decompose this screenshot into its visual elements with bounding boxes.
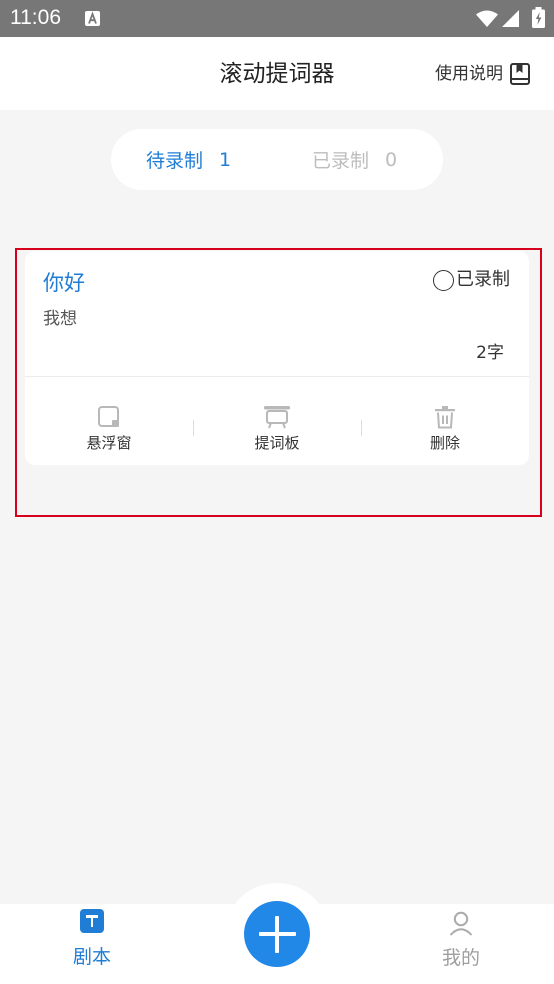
status-time: 11:06 [10,6,61,29]
floating-window-label: 悬浮窗 [86,434,132,452]
battery-charging-icon [532,7,545,28]
delete-button[interactable]: 删除 [361,377,529,465]
teleprompter-label: 提词板 [254,434,300,452]
tab-count: 0 [385,148,398,171]
word-count: 2字 [476,343,504,363]
mark-recorded-label: 已录制 [456,269,510,290]
tab-label: 已录制 [312,150,370,172]
script-card[interactable]: 你好 已录制 我想 2字 悬浮窗 提词板 删除 [25,251,529,465]
user-icon [449,911,473,936]
script-title: 你好 [43,271,85,295]
tab-pending[interactable]: 待录制 1 [146,129,231,190]
usage-guide-label: 使用说明 [435,64,503,84]
script-icon [80,909,104,933]
notification-a-icon [85,11,100,26]
plus-icon [244,901,310,967]
nav-item-mine[interactable]: 我的 [411,904,511,984]
nav-label-scripts: 剧本 [72,946,111,968]
script-actions: 悬浮窗 提词板 删除 [25,377,529,465]
wifi-icon [476,10,498,27]
teleprompter-icon [264,406,290,429]
add-script-button[interactable] [244,901,310,967]
floating-window-icon [98,406,119,427]
app-header: 滚动提词器 使用说明 [0,37,554,110]
cellular-signal-icon [502,10,519,27]
tab-recorded[interactable]: 已录制 0 [312,129,397,190]
script-content-preview: 我想 [43,309,77,329]
floating-window-button[interactable]: 悬浮窗 [25,377,193,465]
delete-label: 删除 [429,434,460,452]
mark-recorded-toggle[interactable]: 已录制 [433,268,510,292]
radio-circle-icon [433,269,454,291]
nav-item-scripts[interactable]: 剧本 [42,904,142,984]
trash-icon [435,406,455,429]
teleprompter-button[interactable]: 提词板 [193,377,361,465]
status-bar: 11:06 [0,0,554,37]
usage-guide-button[interactable]: 使用说明 [435,61,530,87]
tab-count: 1 [219,148,232,171]
tab-label: 待录制 [146,150,204,172]
nav-label-mine: 我的 [441,947,480,969]
record-status-tabs: 待录制 1 已录制 0 [111,129,443,190]
book-icon [510,63,530,85]
